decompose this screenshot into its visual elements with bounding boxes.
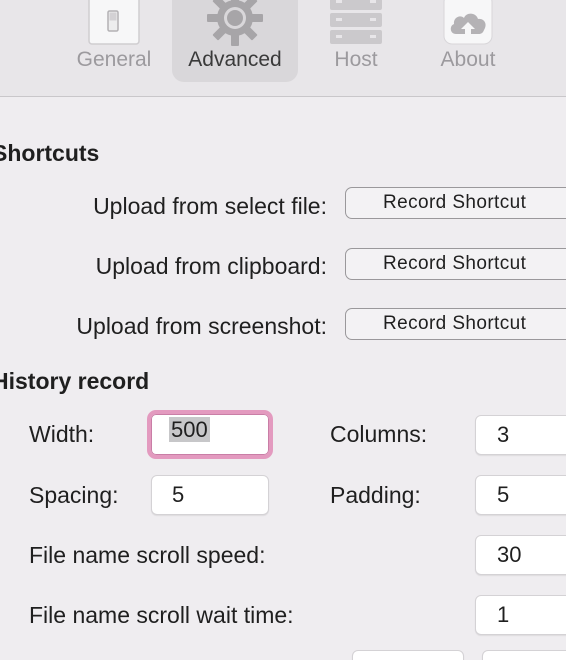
file-name-scroll-speed-label: File name scroll speed: [29, 542, 266, 568]
width-input-value: 500 [169, 417, 210, 442]
partial-control-left[interactable] [352, 650, 464, 660]
tab-about[interactable]: About [420, 0, 516, 82]
columns-label: Columns: [330, 421, 428, 447]
record-shortcut-screenshot-button[interactable]: Record Shortcut [345, 308, 566, 340]
file-name-scroll-wait-input[interactable]: 1 [475, 595, 566, 635]
file-name-scroll-speed-input[interactable]: 30 [475, 535, 566, 575]
preferences-toolbar: General Advanced Host About [0, 0, 566, 97]
preferences-window: General Advanced Host About Shortcuts Up… [0, 0, 566, 660]
record-shortcut-select-file-button[interactable]: Record Shortcut [345, 187, 566, 219]
upload-screenshot-label: Upload from screenshot: [76, 313, 327, 339]
spacing-label: Spacing: [29, 482, 119, 508]
gear-icon [203, 0, 267, 55]
tab-general-label: General [76, 48, 152, 71]
tab-host[interactable]: Host [308, 0, 404, 82]
width-input[interactable]: 500 [147, 410, 273, 459]
shortcuts-section-title: Shortcuts [0, 140, 100, 166]
tab-host-label: Host [334, 48, 378, 71]
tab-about-label: About [440, 48, 496, 71]
upload-clipboard-label: Upload from clipboard: [95, 253, 327, 279]
padding-input[interactable]: 5 [475, 475, 566, 515]
record-shortcut-clipboard-button[interactable]: Record Shortcut [345, 248, 566, 280]
width-label: Width: [29, 421, 95, 447]
file-name-scroll-wait-label: File name scroll wait time: [29, 602, 294, 628]
tab-advanced-label: Advanced [188, 48, 282, 71]
upload-select-file-label: Upload from select file: [93, 193, 327, 219]
columns-input[interactable]: 3 [475, 415, 566, 455]
history-record-section-title: History record [0, 368, 150, 394]
tab-advanced[interactable]: Advanced [172, 0, 298, 82]
partial-control-right[interactable] [482, 650, 566, 660]
switch-icon [87, 0, 141, 51]
padding-label: Padding: [330, 482, 421, 508]
cloud-upload-icon [442, 0, 494, 51]
spacing-input[interactable]: 5 [151, 475, 269, 515]
server-icon [328, 0, 384, 51]
tab-general[interactable]: General [66, 0, 162, 82]
